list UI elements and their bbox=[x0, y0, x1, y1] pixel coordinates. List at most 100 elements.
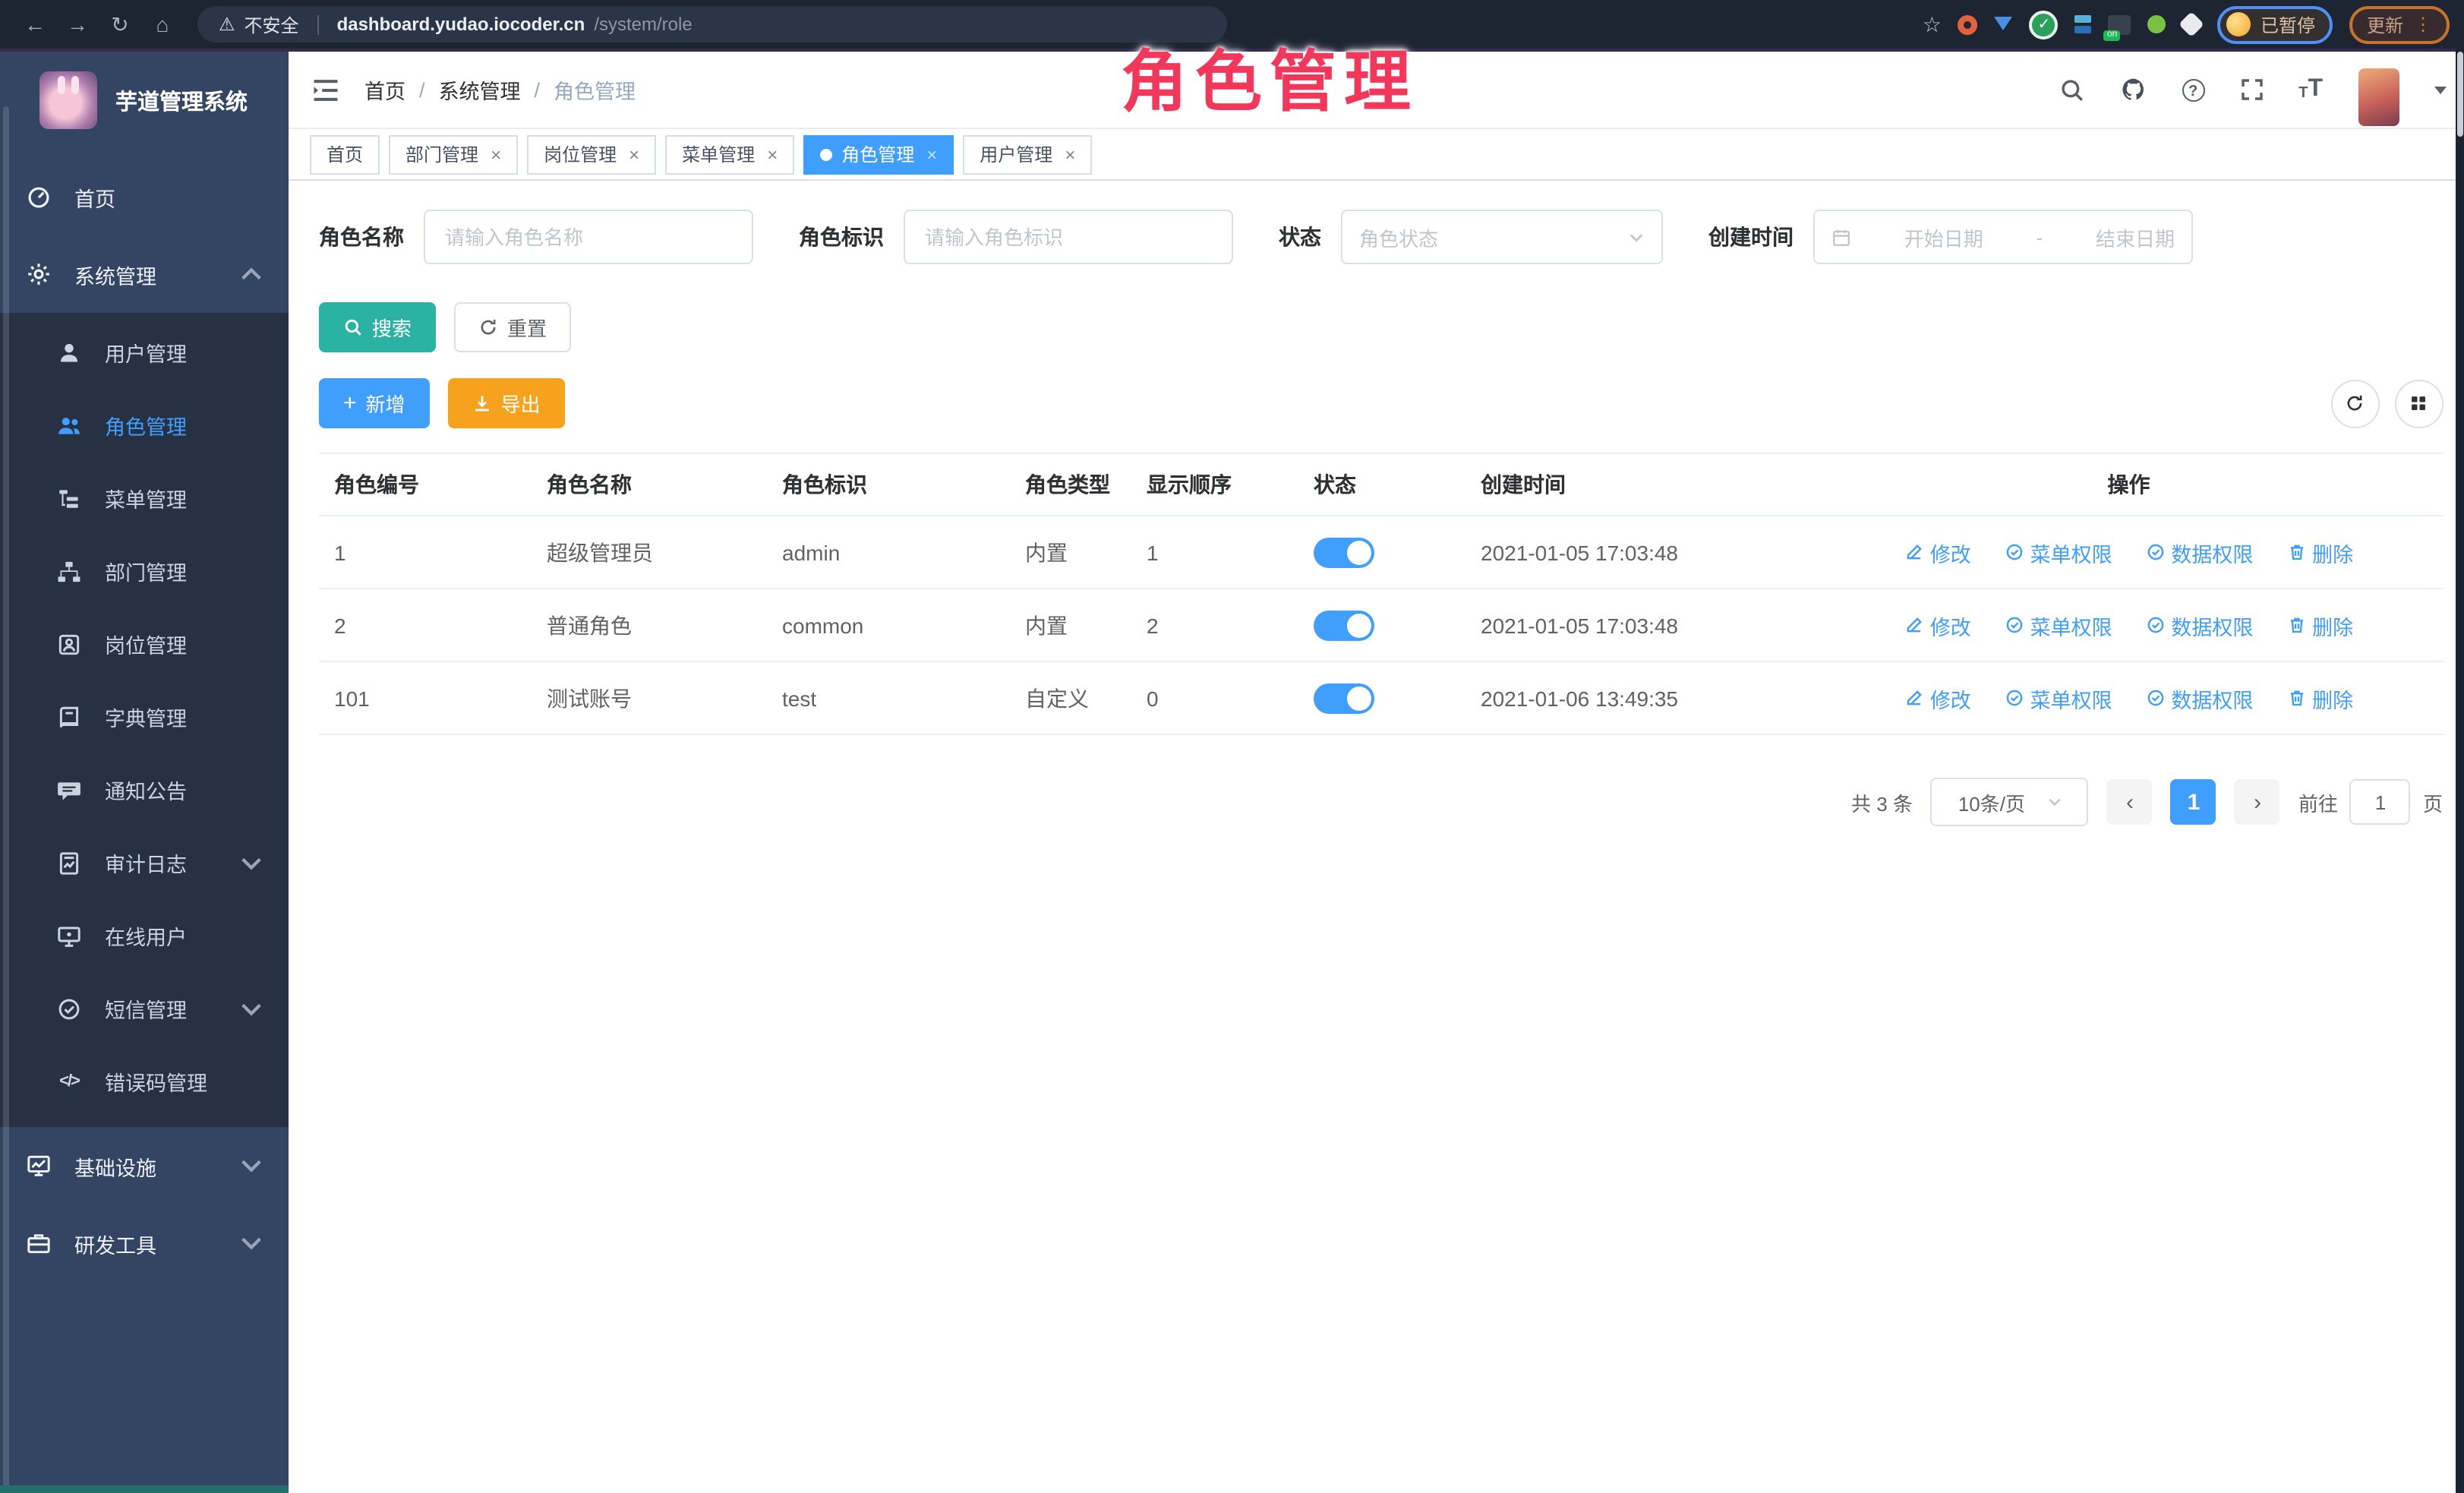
sidebar-item-notice-mgmt[interactable]: 通知公告 bbox=[0, 753, 289, 826]
fullscreen-icon[interactable] bbox=[2239, 77, 2264, 102]
close-icon[interactable]: × bbox=[1065, 144, 1075, 165]
tab-post[interactable]: 岗位管理 × bbox=[527, 134, 656, 174]
sidebar-item-sms-mgmt[interactable]: 短信管理 bbox=[0, 972, 289, 1045]
cell-created: 2021-01-06 13:49:35 bbox=[1465, 661, 1815, 734]
address-bar[interactable]: ⚠ 不安全 dashboard.yudao.iocoder.cn/system/… bbox=[197, 6, 1227, 43]
close-icon[interactable]: × bbox=[926, 144, 937, 165]
reload-icon[interactable]: ↻ bbox=[100, 0, 140, 49]
goto-page-input[interactable] bbox=[2350, 779, 2411, 825]
search-icon[interactable] bbox=[2059, 77, 2084, 103]
edit-link[interactable]: 修改 bbox=[1904, 683, 1971, 713]
edit-link[interactable]: 修改 bbox=[1904, 537, 1971, 567]
delete-link[interactable]: 删除 bbox=[2286, 610, 2353, 640]
home-icon[interactable]: ⌂ bbox=[143, 0, 182, 49]
browser-update-button[interactable]: 更新 ⋮ bbox=[2350, 5, 2449, 43]
data-permission-link[interactable]: 数据权限 bbox=[2145, 683, 2253, 713]
breadcrumb-system[interactable]: 系统管理 bbox=[439, 74, 521, 105]
tab-home[interactable]: 首页 bbox=[310, 134, 380, 174]
sidebar-item-devtools[interactable]: 研发工具 bbox=[0, 1204, 289, 1282]
extension-ring-icon[interactable] bbox=[1958, 14, 1978, 34]
trash-icon bbox=[2286, 688, 2306, 708]
page-1-button[interactable]: 1 bbox=[2171, 779, 2216, 825]
sidebar-item-system[interactable]: 系统管理 bbox=[0, 235, 289, 313]
tab-dept[interactable]: 部门管理 × bbox=[389, 134, 518, 174]
prev-page-button[interactable]: ‹ bbox=[2107, 779, 2153, 825]
toolbox-icon bbox=[26, 1230, 52, 1256]
profile-paused-badge[interactable]: 已暂停 bbox=[2218, 5, 2333, 43]
refresh-table-button[interactable] bbox=[2330, 379, 2379, 428]
delete-link[interactable]: 删除 bbox=[2286, 537, 2353, 567]
sidebar-item-dept-mgmt[interactable]: 部门管理 bbox=[0, 535, 289, 608]
forward-icon[interactable]: → bbox=[58, 0, 97, 49]
sidebar-item-home[interactable]: 首页 bbox=[0, 158, 289, 235]
role-page-content: 角色名称 角色标识 状态 角色状态 bbox=[289, 181, 2464, 1493]
sidebar-item-audit-log[interactable]: 审计日志 bbox=[0, 826, 289, 899]
page-size-select[interactable]: 10条/页 bbox=[1931, 778, 2089, 826]
menu-permission-link[interactable]: 菜单权限 bbox=[2005, 537, 2112, 567]
sidebar-item-user-mgmt[interactable]: 用户管理 bbox=[0, 316, 289, 389]
sidebar-item-dict-mgmt[interactable]: 字典管理 bbox=[0, 680, 289, 753]
caret-down-icon[interactable] bbox=[2434, 86, 2446, 99]
tab-menu[interactable]: 菜单管理 × bbox=[665, 134, 794, 174]
github-icon[interactable] bbox=[2119, 76, 2147, 103]
cell-role-id: 1 bbox=[319, 516, 532, 589]
cell-created: 2021-01-05 17:03:48 bbox=[1465, 516, 1815, 589]
data-permission-link[interactable]: 数据权限 bbox=[2145, 610, 2253, 640]
close-icon[interactable]: × bbox=[767, 144, 778, 165]
scrollbar-thumb[interactable] bbox=[2456, 52, 2462, 137]
search-button[interactable]: 搜索 bbox=[319, 302, 436, 352]
app-logo-row[interactable]: 芋道管理系统 bbox=[0, 52, 289, 149]
delete-link[interactable]: 删除 bbox=[2286, 683, 2353, 713]
chevron-down-icon bbox=[238, 1230, 264, 1256]
user-avatar[interactable] bbox=[2358, 68, 2399, 126]
back-icon[interactable]: ← bbox=[15, 0, 55, 49]
cell-role-type: 自定义 bbox=[1010, 661, 1131, 734]
edit-link[interactable]: 修改 bbox=[1904, 610, 1971, 640]
status-toggle[interactable] bbox=[1314, 683, 1374, 713]
status-select[interactable]: 角色状态 bbox=[1341, 210, 1663, 264]
add-button[interactable]: + 新增 bbox=[319, 378, 430, 428]
extension-sprout-icon[interactable] bbox=[2148, 15, 2166, 33]
font-size-icon[interactable]: TT bbox=[2298, 77, 2323, 102]
date-range-picker[interactable]: 开始日期 - 结束日期 bbox=[1813, 210, 2193, 264]
data-permission-link[interactable]: 数据权限 bbox=[2145, 537, 2253, 567]
close-icon[interactable]: × bbox=[629, 144, 639, 165]
breadcrumb-home[interactable]: 首页 bbox=[364, 74, 405, 105]
export-button[interactable]: 导出 bbox=[448, 378, 565, 428]
hamburger-icon[interactable] bbox=[311, 75, 340, 104]
menu-permission-link[interactable]: 菜单权限 bbox=[2005, 610, 2112, 640]
sidebar-item-menu-mgmt[interactable]: 菜单管理 bbox=[0, 462, 289, 535]
page-scrollbar[interactable] bbox=[2455, 49, 2464, 1493]
status-toggle[interactable] bbox=[1314, 610, 1374, 640]
status-label: 状态 bbox=[1279, 222, 1321, 252]
menu-permission-link[interactable]: 菜单权限 bbox=[2005, 683, 2112, 713]
sidebar-item-online-users[interactable]: 在线用户 bbox=[0, 899, 289, 972]
header-actions: ? TT bbox=[2059, 53, 2446, 126]
next-page-button[interactable]: › bbox=[2235, 779, 2280, 825]
tab-role[interactable]: 角色管理 × bbox=[803, 134, 954, 174]
sidebar-scrollbar[interactable] bbox=[3, 106, 9, 1491]
sidebar-item-role-mgmt[interactable]: 角色管理 bbox=[0, 389, 289, 462]
column-settings-button[interactable] bbox=[2394, 379, 2443, 428]
extension-puzzle-icon[interactable] bbox=[2179, 11, 2205, 37]
sidebar-item-errcode-mgmt[interactable]: </> 错误码管理 bbox=[0, 1045, 289, 1118]
bookmark-star-icon[interactable]: ☆ bbox=[1923, 11, 1942, 37]
help-icon[interactable]: ? bbox=[2182, 78, 2204, 101]
filter-status: 状态 角色状态 bbox=[1279, 210, 1663, 264]
total-count: 共 3 条 bbox=[1851, 788, 1913, 816]
extension-duo-icon[interactable] bbox=[2075, 15, 2092, 33]
extension-drop-icon[interactable] bbox=[1995, 17, 2013, 39]
extension-switch-icon[interactable]: on bbox=[2109, 14, 2131, 34]
sidebar-item-label: 角色管理 bbox=[105, 410, 187, 440]
sidebar-item-post-mgmt[interactable]: 岗位管理 bbox=[0, 608, 289, 680]
browser-menu-icon[interactable]: ⋮ bbox=[2414, 14, 2432, 35]
reset-button[interactable]: 重置 bbox=[454, 302, 571, 352]
role-key-input[interactable] bbox=[904, 210, 1233, 264]
close-icon[interactable]: × bbox=[491, 144, 501, 165]
status-toggle[interactable] bbox=[1314, 537, 1374, 567]
sidebar-item-infrastructure[interactable]: 基础设施 bbox=[0, 1127, 289, 1204]
role-name-input[interactable] bbox=[424, 210, 753, 264]
extension-check-icon[interactable]: ✓ bbox=[2030, 10, 2059, 39]
profile-avatar-icon bbox=[2227, 12, 2251, 36]
tab-user[interactable]: 用户管理 × bbox=[963, 134, 1092, 174]
